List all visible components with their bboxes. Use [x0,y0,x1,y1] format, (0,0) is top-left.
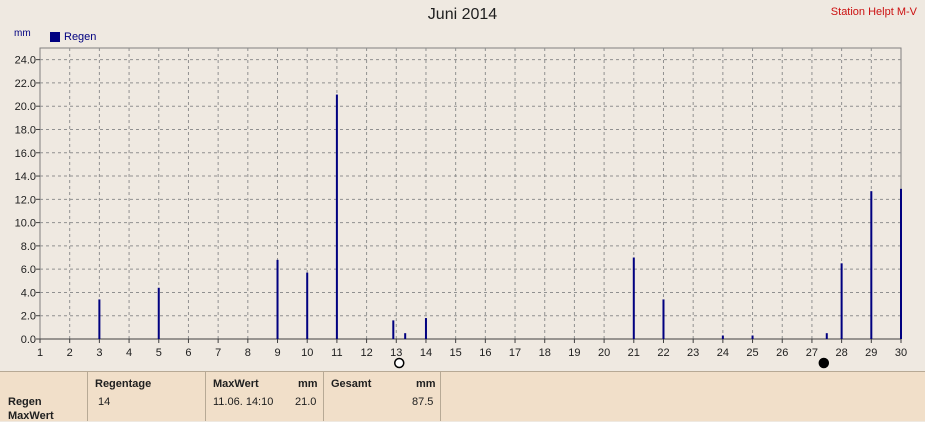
rain-bar [306,272,309,339]
x-tick-label: 4 [126,347,132,359]
rain-bar [276,259,279,339]
y-tick-label: 6.0 [21,264,36,276]
gesamt-unit: mm [416,378,436,390]
rain-bar [721,335,724,339]
maxwert-time: 11.06. 14:10 [213,396,274,408]
x-tick-label: 27 [806,347,818,359]
rain-bar [870,191,873,339]
y-tick-label: 22.0 [15,78,36,90]
y-tick-label: 18.0 [15,124,36,136]
y-tick-label: 8.0 [21,241,36,253]
x-tick-label: 13 [390,347,402,359]
rain-bar [840,263,843,339]
y-tick-label: 4.0 [21,287,36,299]
regentage-value: 14 [98,396,111,408]
x-tick-label: 28 [835,347,847,359]
rain-bar [157,287,160,339]
x-tick-label: 22 [657,347,669,359]
y-tick-label: 12.0 [15,194,36,206]
full-moon-icon [393,357,405,369]
rain-bar [392,320,395,339]
rain-bar [662,299,665,339]
x-tick-label: 21 [628,347,640,359]
x-tick-label: 26 [776,347,788,359]
y-tick-label: 0.0 [21,334,36,346]
gesamt-header: Gesamt [331,378,372,390]
maxwert-unit: mm [298,378,318,390]
x-tick-label: 17 [509,347,521,359]
x-tick-label: 11 [331,347,342,359]
x-tick-label: 23 [687,347,699,359]
gesamt-cell: Gesamt mm 87.5 [323,372,441,421]
rain-bar [825,333,828,339]
maxwert-header: MaxWert [213,378,259,390]
maxwert-value: 21.0 [295,396,317,408]
rain-bar [424,318,427,339]
x-tick-label: 6 [185,347,191,359]
rain-bar [335,94,338,339]
rain-bar [632,257,635,339]
x-tick-label: 10 [301,347,313,359]
plot-area [39,47,902,340]
x-tick-label: 15 [450,347,462,359]
rain-bar [900,188,902,339]
x-tick-label: 14 [420,347,432,359]
x-tick-label: 2 [67,347,73,359]
x-tick-label: 19 [568,347,580,359]
rain-chart: 0.0 2.0 4.0 6.0 8.0 10.0 12.0 14.0 16.0 18.0 20.0 2… [15,47,907,369]
x-tick-label: 7 [215,347,221,359]
row-label-regen: Regen [8,396,42,408]
regentage-header: Regentage [95,378,152,390]
x-tick-label: 1 [37,347,43,359]
maxwert-cell: MaxWert mm 11.06. 14:10 21.0 [205,372,323,421]
x-tick-label: 12 [360,347,372,359]
row-label-maxwert: MaxWert [8,410,54,422]
x-tick-label: 9 [274,347,280,359]
x-tick-label: 20 [598,347,610,359]
x-tick-label: 29 [865,347,877,359]
x-tick-label: 18 [539,347,551,359]
x-tick-label: 3 [96,347,102,359]
y-tick-label: 24.0 [15,55,36,67]
x-tick-label: 24 [717,347,729,359]
y-tick-label: 16.0 [15,148,36,160]
x-tick-label: 16 [479,347,491,359]
new-moon-icon [818,357,830,369]
rain-bar [751,335,754,339]
y-tick-label: 2.0 [21,311,36,323]
y-tick-label: 14.0 [15,171,36,183]
summary-table: Regen MaxWert Regentage 14 MaxWert mm 11… [0,371,925,422]
rain-bar [404,333,407,339]
x-tick-label: 30 [895,347,907,359]
x-tick-label: 5 [156,347,162,359]
x-tick-label: 8 [245,347,251,359]
rain-bar [98,299,101,339]
x-tick-label: 25 [746,347,758,359]
y-tick-label: 20.0 [15,101,36,113]
gesamt-value: 87.5 [412,396,434,408]
regentage-cell: Regentage 14 [87,372,205,421]
y-tick-label: 10.0 [15,218,36,230]
